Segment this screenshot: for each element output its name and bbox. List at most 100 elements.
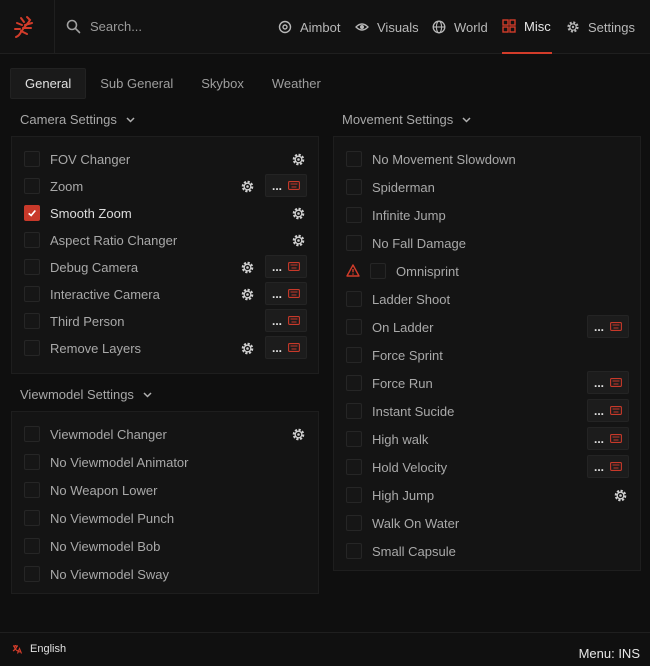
gear-icon[interactable] [614, 489, 627, 502]
checkbox[interactable] [24, 538, 40, 554]
chevron-down-icon [126, 117, 135, 123]
sub-tabs: General Sub General Skybox Weather [10, 68, 335, 99]
setting-label: No Viewmodel Animator [50, 455, 189, 470]
checkbox[interactable] [24, 482, 40, 498]
tab-aimbot[interactable]: Aimbot [278, 0, 340, 54]
setting-label: Ladder Shoot [372, 292, 451, 307]
setting-label: No Movement Slowdown [372, 152, 516, 167]
checkbox[interactable] [24, 259, 40, 275]
crosshair-icon [278, 20, 292, 34]
gear-icon[interactable] [241, 261, 254, 274]
setting-label: Infinite Jump [372, 208, 446, 223]
gear-icon [567, 21, 579, 33]
checkbox[interactable] [370, 263, 386, 279]
checkbox[interactable] [346, 403, 362, 419]
search-input[interactable] [90, 16, 260, 36]
subtab-skybox[interactable]: Skybox [187, 68, 258, 99]
subtab-general-label: General [25, 76, 72, 91]
menu-key-label: Menu: INS [578, 646, 640, 661]
checkbox[interactable] [346, 319, 362, 335]
gear-icon[interactable] [241, 180, 254, 193]
check-icon [28, 209, 36, 217]
setting-label: Spiderman [372, 180, 435, 195]
tab-visuals[interactable]: Visuals [355, 0, 419, 54]
keybind-button[interactable]: ... [587, 371, 629, 394]
keybind-value: ... [594, 431, 605, 446]
camera-settings-title: Camera Settings [20, 112, 117, 127]
keybind-button[interactable]: ... [265, 255, 307, 278]
setting-row: No Viewmodel Punch [12, 504, 318, 532]
checkbox[interactable] [24, 340, 40, 356]
viewmodel-settings-header[interactable]: Viewmodel Settings [20, 387, 153, 402]
keybind-button[interactable]: ... [587, 427, 629, 450]
setting-row: High Jump [334, 481, 640, 509]
setting-row: No Viewmodel Sway [12, 560, 318, 588]
keybind-button[interactable]: ... [587, 455, 629, 478]
tab-misc[interactable]: Misc [502, 0, 552, 54]
keyboard-icon [288, 316, 300, 325]
checkbox[interactable] [346, 347, 362, 363]
checkbox[interactable] [346, 207, 362, 223]
checkbox[interactable] [346, 235, 362, 251]
logo-divider [54, 0, 55, 54]
subtab-general[interactable]: General [10, 68, 87, 99]
gear-icon[interactable] [292, 428, 305, 441]
keybind-button[interactable]: ... [265, 174, 307, 197]
checkbox[interactable] [346, 487, 362, 503]
language-selector[interactable]: English [12, 643, 66, 655]
keyboard-icon [610, 406, 622, 415]
checkbox[interactable] [24, 510, 40, 526]
keybind-button[interactable]: ... [587, 315, 629, 338]
setting-row: Smooth Zoom [12, 199, 318, 227]
checkbox[interactable] [346, 151, 362, 167]
keyboard-icon [288, 289, 300, 298]
movement-settings-panel: No Movement Slowdown Spiderman Infinite Ju… [333, 136, 641, 571]
checkbox[interactable] [24, 286, 40, 302]
keybind-button[interactable]: ... [265, 309, 307, 332]
checkbox[interactable] [346, 431, 362, 447]
checkbox[interactable] [24, 178, 40, 194]
setting-label: Small Capsule [372, 544, 456, 559]
subtab-sub-general[interactable]: Sub General [86, 68, 187, 99]
checkbox[interactable] [346, 179, 362, 195]
keybind-button[interactable]: ... [265, 336, 307, 359]
checkbox[interactable] [24, 205, 40, 221]
checkbox[interactable] [24, 313, 40, 329]
gear-icon[interactable] [292, 153, 305, 166]
tab-settings[interactable]: Settings [566, 0, 635, 54]
checkbox[interactable] [24, 232, 40, 248]
viewmodel-settings-panel: Viewmodel Changer No Viewmodel Animator No… [11, 411, 319, 594]
keyboard-icon [288, 181, 300, 190]
checkbox[interactable] [24, 566, 40, 582]
top-bar: Aimbot Visuals World Misc Settings [0, 0, 650, 54]
checkbox[interactable] [346, 291, 362, 307]
tab-misc-label: Misc [524, 18, 551, 34]
checkbox[interactable] [346, 543, 362, 559]
gear-icon[interactable] [241, 288, 254, 301]
gear-icon[interactable] [292, 207, 305, 220]
setting-label: Remove Layers [50, 341, 142, 356]
movement-settings-header[interactable]: Movement Settings [342, 112, 472, 127]
subtab-weather-label: Weather [271, 76, 321, 91]
tab-world[interactable]: World [432, 0, 488, 54]
eye-icon [355, 23, 369, 31]
camera-settings-header[interactable]: Camera Settings [20, 112, 136, 127]
checkbox[interactable] [346, 515, 362, 531]
setting-row: No Movement Slowdown [334, 145, 640, 173]
keybind-button[interactable]: ... [587, 399, 629, 422]
gear-icon[interactable] [241, 342, 254, 355]
checkbox[interactable] [24, 426, 40, 442]
setting-row: High walk... [334, 425, 640, 453]
checkbox[interactable] [24, 454, 40, 470]
subtab-weather[interactable]: Weather [258, 68, 335, 99]
setting-label: Force Sprint [372, 348, 443, 363]
setting-label: Instant Sucide [372, 404, 455, 419]
checkbox[interactable] [346, 375, 362, 391]
setting-row: No Viewmodel Animator [12, 448, 318, 476]
keybind-value: ... [594, 459, 605, 474]
checkbox[interactable] [346, 459, 362, 475]
setting-label: No Viewmodel Sway [50, 567, 169, 582]
keybind-button[interactable]: ... [265, 282, 307, 305]
checkbox[interactable] [24, 151, 40, 167]
gear-icon[interactable] [292, 234, 305, 247]
